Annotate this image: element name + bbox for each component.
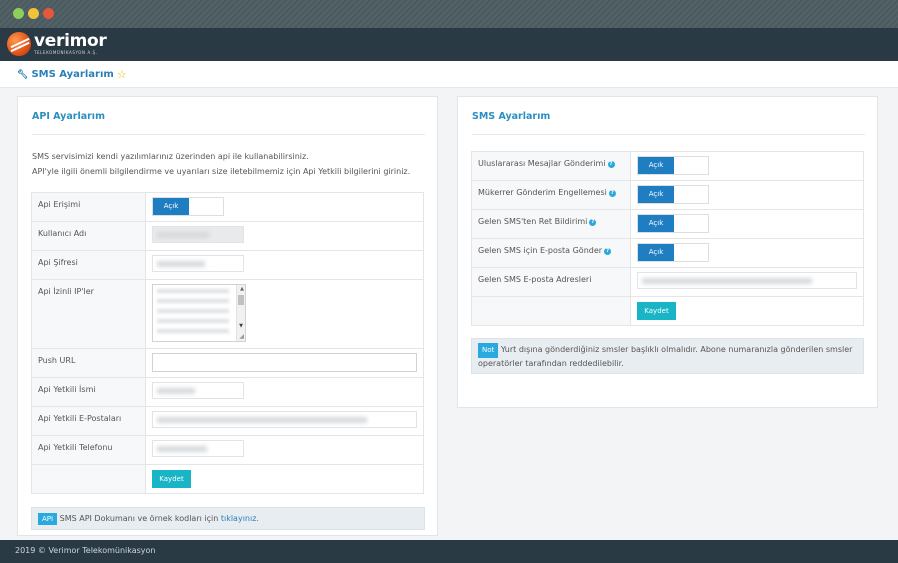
api-access-toggle[interactable]: Açık [152, 197, 224, 216]
top-navbar [0, 28, 898, 61]
api-save-button[interactable]: Kaydet [152, 470, 191, 488]
form-row: Api Şifresi [31, 250, 424, 280]
scroll-up-icon[interactable]: ▲ [240, 286, 244, 292]
page-title-text: SMS Ayarlarım [31, 69, 114, 80]
sms-note-text: Yurt dışına gönderdiğiniz smsler başlıkl… [478, 345, 853, 368]
international-sms-toggle[interactable]: Açık [637, 156, 709, 175]
form-row: Kaydet [31, 464, 424, 494]
form-row: Api Yetkili E-Postaları [31, 406, 424, 436]
form-row: Api Yetkili Telefonu [31, 435, 424, 465]
username-field [152, 226, 244, 243]
page-footer: 2019 © Verimor Telekomünikasyon [0, 540, 898, 563]
password-label: Api Şifresi [31, 250, 146, 280]
form-row: Api Erişimi Açık [31, 192, 424, 222]
page-header: 🔧︎ SMS Ayarlarım ☆ [0, 61, 898, 88]
page-content: 🔧︎ SMS Ayarlarım ☆ API Ayarlarım SMS ser… [0, 61, 898, 540]
push-url-label: Push URL [31, 348, 146, 378]
help-icon[interactable]: ? [604, 248, 612, 255]
logo-wordmark: verimor [34, 31, 107, 51]
allowed-ips-label: Api İzinli IP'ler [31, 279, 146, 349]
contact-phone-label: Api Yetkili Telefonu [31, 435, 146, 465]
scrollbar-thumb[interactable] [238, 295, 244, 305]
form-row: Uluslararası Mesajlar Gönderimi? Açık [471, 151, 864, 181]
scroll-down-icon[interactable]: ▼ [239, 323, 243, 329]
logo-mark-icon [7, 32, 31, 56]
resize-grip-icon[interactable]: ◢ [239, 333, 244, 340]
api-panel-divider [32, 134, 425, 135]
international-sms-label: Uluslararası Mesajlar Gönderimi [478, 159, 606, 168]
toggle-on-state: Açık [638, 157, 674, 174]
toggle-on-state: Açık [638, 215, 674, 232]
form-row: Api Yetkili İsmi [31, 377, 424, 407]
contact-emails-label: Api Yetkili E-Postaları [31, 406, 146, 436]
footer-copyright: 2019 © Verimor Telekomünikasyon [15, 546, 156, 555]
email-forward-label: Gelen SMS için E-posta Gönder [478, 246, 603, 255]
window-minimize-button[interactable] [28, 8, 39, 19]
api-intro-line-2: API'yle ilgili önemli bilgilendirme ve u… [32, 167, 411, 176]
sms-settings-form: Uluslararası Mesajlar Gönderimi? Açık Mü… [471, 151, 864, 326]
note-tag: Not [478, 343, 499, 358]
contact-emails-input[interactable] [152, 411, 417, 428]
brand-logo[interactable]: verimor TELEKOMÜNİKASYON A.Ş. [7, 31, 107, 57]
help-icon[interactable]: ? [608, 190, 616, 197]
form-row: Gelen SMS E-posta Adresleri [471, 267, 864, 297]
api-panel-title: API Ayarlarım [32, 111, 105, 122]
form-row: Kullanıcı Adı [31, 221, 424, 251]
page-title: 🔧︎ SMS Ayarlarım ☆ [17, 68, 127, 81]
star-outline-icon[interactable]: ☆ [117, 68, 127, 81]
form-row: Gelen SMS'ten Ret Bildirimi? Açık [471, 209, 864, 239]
sms-panel-title: SMS Ayarlarım [472, 111, 551, 122]
email-forward-toggle[interactable]: Açık [637, 243, 709, 262]
api-docs-note: API SMS API Dokumanı ve örnek kodları iç… [31, 507, 425, 530]
logo-subtitle: TELEKOMÜNİKASYON A.Ş. [34, 50, 98, 55]
api-docs-note-text: SMS API Dokumanı ve örnek kodları için [59, 514, 219, 523]
toggle-on-state: Açık [638, 186, 674, 203]
window-maximize-button[interactable] [13, 8, 24, 19]
sms-save-button[interactable]: Kaydet [637, 302, 676, 320]
reject-notice-label: Gelen SMS'ten Ret Bildirimi [478, 217, 588, 226]
contact-phone-input[interactable] [152, 440, 244, 457]
window-titlebar [0, 0, 898, 28]
username-label: Kullanıcı Adı [31, 221, 146, 251]
window-close-button[interactable] [43, 8, 54, 19]
duplicate-block-toggle[interactable]: Açık [637, 185, 709, 204]
toggle-on-state: Açık [638, 244, 674, 261]
push-url-input[interactable] [152, 353, 417, 372]
api-settings-form: Api Erişimi Açık Kullanıcı Adı Api Şifre… [31, 192, 424, 494]
api-intro-line-1: SMS servisimizi kendi yazılımlarınız üze… [32, 152, 309, 161]
contact-name-input[interactable] [152, 382, 244, 399]
form-row: Api İzinli IP'ler ▲ ▼ ◢ [31, 279, 424, 349]
reject-notice-toggle[interactable]: Açık [637, 214, 709, 233]
help-icon[interactable]: ? [607, 161, 615, 168]
sms-panel-divider [472, 134, 865, 135]
sms-note: Not Yurt dışına gönderdiğiniz smsler baş… [471, 338, 864, 374]
help-icon[interactable]: ? [589, 219, 597, 226]
api-access-label: Api Erişimi [31, 192, 146, 222]
api-docs-link[interactable]: tıklayınız. [221, 514, 259, 523]
toggle-on-state: Açık [153, 198, 189, 215]
duplicate-block-label: Mükerrer Gönderim Engellemesi [478, 188, 607, 197]
form-row: Mükerrer Gönderim Engellemesi? Açık [471, 180, 864, 210]
form-row: Push URL [31, 348, 424, 378]
email-addresses-input[interactable] [637, 272, 857, 289]
wrench-icon: 🔧︎ [17, 69, 29, 80]
api-tag: API [38, 513, 58, 525]
allowed-ips-textarea[interactable]: ▲ ▼ ◢ [152, 284, 246, 342]
form-row: Kaydet [471, 296, 864, 326]
email-addresses-label: Gelen SMS E-posta Adresleri [471, 267, 631, 297]
contact-name-label: Api Yetkili İsmi [31, 377, 146, 407]
password-field[interactable] [152, 255, 244, 272]
form-row: Gelen SMS için E-posta Gönder? Açık [471, 238, 864, 268]
